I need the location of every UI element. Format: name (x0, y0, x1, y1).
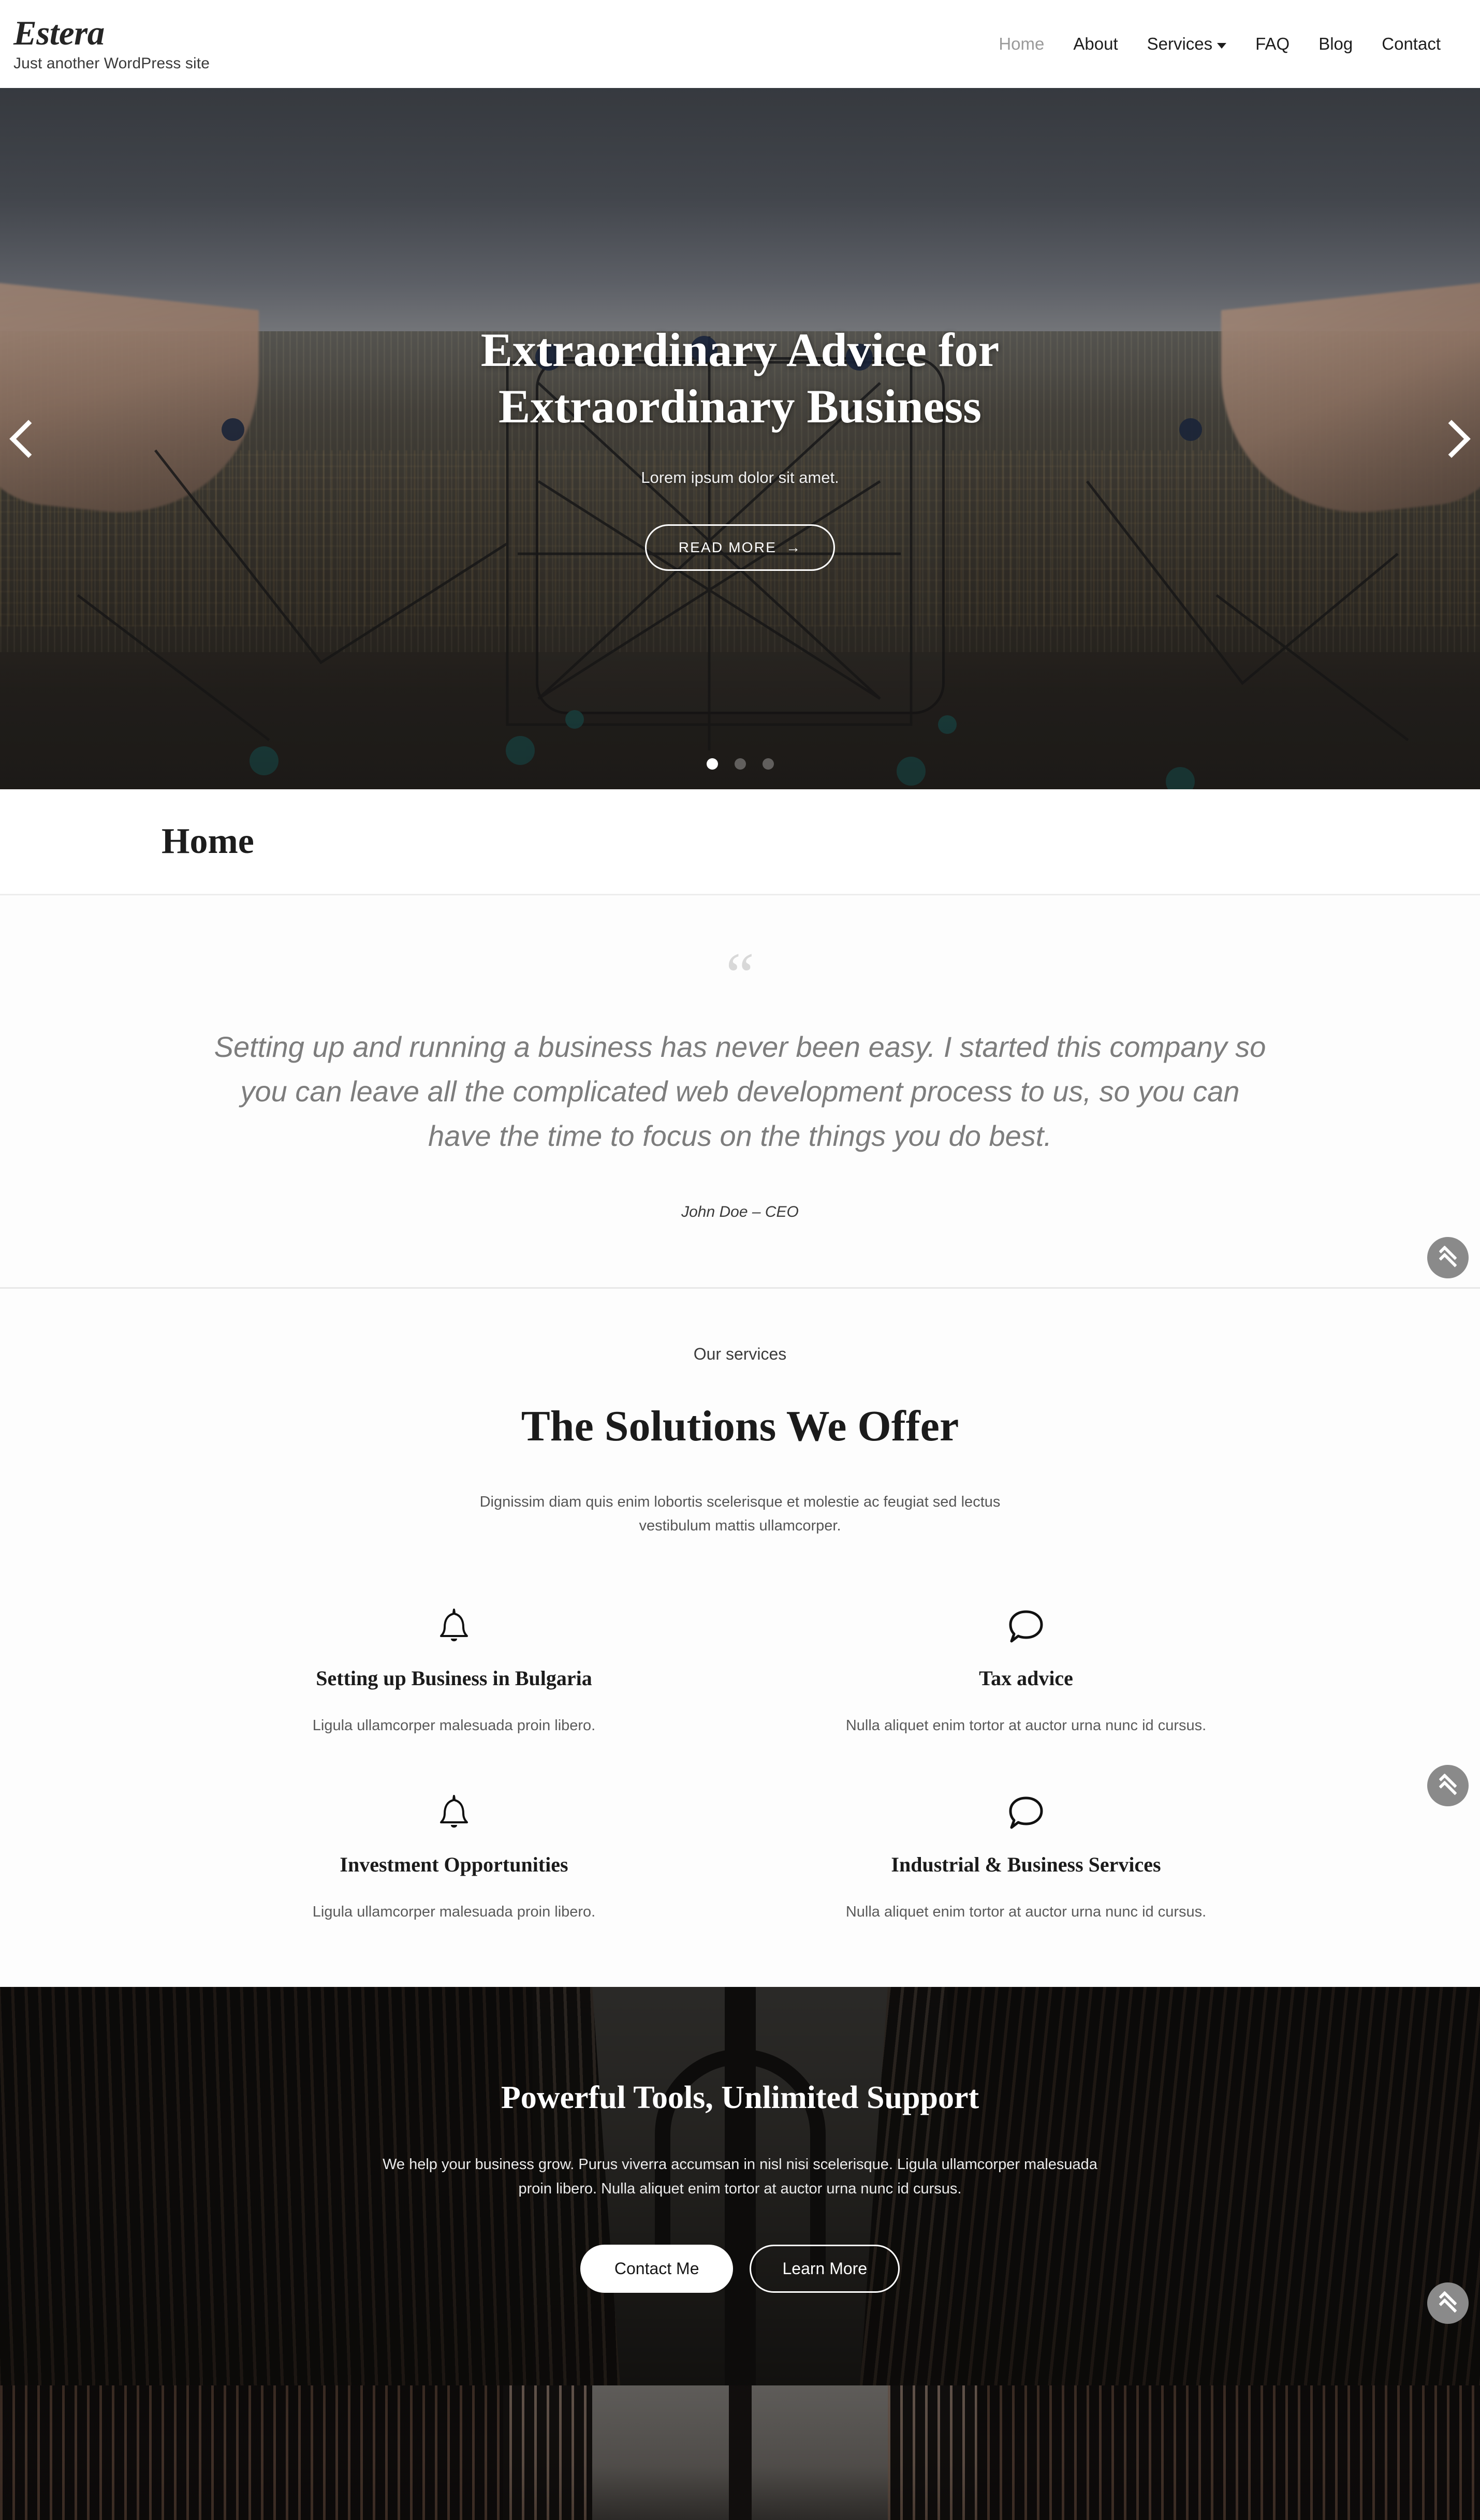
main-navigation: Home About Services FAQ Blog Contact (984, 34, 1467, 54)
double-chevron-up-icon (1439, 1245, 1457, 1271)
scroll-to-top-button[interactable] (1427, 2282, 1469, 2324)
nav-label-faq: FAQ (1255, 34, 1290, 53)
cta-content: Powerful Tools, Unlimited Support We hel… (0, 1987, 1480, 2385)
site-title: Estera (13, 13, 105, 52)
nav-item-faq[interactable]: FAQ (1241, 34, 1304, 54)
bottom-photo-strip (0, 2385, 1480, 2520)
nav-label-about: About (1073, 34, 1118, 53)
services-eyebrow: Our services (693, 1345, 787, 1364)
site-tagline: Just another WordPress site (13, 54, 210, 72)
site-header: Estera Just another WordPress site Home … (0, 0, 1480, 88)
cta-text: We help your business grow. Purus viverr… (383, 2156, 1097, 2197)
hero-prev-button[interactable] (0, 403, 57, 475)
page-root: Estera Just another WordPress site Home … (0, 0, 1480, 2520)
service-card[interactable]: Investment Opportunities Ligula ullamcor… (168, 1782, 740, 1921)
services-section: Our services The Solutions We Offer Dign… (0, 1289, 1480, 1987)
scroll-to-top-button[interactable] (1427, 1237, 1469, 1278)
services-heading: The Solutions We Offer (521, 1402, 959, 1451)
double-chevron-up-icon (1439, 2291, 1457, 2317)
nav-label-contact: Contact (1382, 34, 1441, 53)
chevron-down-icon (1217, 42, 1227, 49)
service-title: Setting up Business in Bulgaria (316, 1666, 592, 1690)
bottom-pillar-shape (728, 2385, 752, 2520)
service-description: Ligula ullamcorper malesuada proin liber… (312, 1717, 596, 1734)
chevron-right-icon (1432, 419, 1471, 458)
arrow-right-icon: → (786, 539, 802, 556)
cta-title: Powerful Tools, Unlimited Support (501, 2080, 979, 2115)
page-title: Home (162, 821, 254, 861)
nav-label-blog: Blog (1318, 34, 1353, 53)
brand[interactable]: Estera Just another WordPress site (13, 16, 210, 72)
bell-icon (437, 1782, 471, 1844)
quote-mark-icon: “ (725, 940, 755, 1011)
cta-button-group: Contact Me Learn More (580, 2244, 900, 2293)
nav-item-blog[interactable]: Blog (1304, 34, 1367, 54)
services-intro: Dignissim diam quis enim lobortis sceler… (479, 1494, 1001, 1534)
hero-read-more-button[interactable]: READ MORE → (644, 524, 836, 571)
speech-bubble-icon (1007, 1596, 1045, 1658)
nav-label-home: Home (999, 34, 1045, 53)
service-description: Nulla aliquet enim tortor at auctor urna… (845, 1903, 1207, 1920)
service-description: Nulla aliquet enim tortor at auctor urna… (845, 1717, 1207, 1734)
double-chevron-up-icon (1439, 1773, 1457, 1799)
hero-slider-dots (706, 758, 774, 770)
cta-section: Powerful Tools, Unlimited Support We hel… (0, 1986, 1480, 2385)
slider-dot-3[interactable] (762, 758, 774, 770)
hero-next-button[interactable] (1423, 403, 1480, 475)
page-title-band: Home (0, 789, 1480, 895)
service-title: Investment Opportunities (340, 1852, 568, 1876)
learn-more-button[interactable]: Learn More (750, 2244, 900, 2293)
hero-subtitle: Lorem ipsum dolor sit amet. (641, 468, 839, 487)
testimonial-section: “ Setting up and running a business has … (0, 895, 1480, 1289)
nav-item-contact[interactable]: Contact (1367, 34, 1455, 54)
nav-item-home[interactable]: Home (984, 34, 1059, 54)
testimonial-author: John Doe – CEO (681, 1203, 799, 1221)
testimonial-quote: Setting up and running a business has ne… (214, 1030, 1266, 1152)
service-card[interactable]: Tax advice Nulla aliquet enim tortor at … (740, 1596, 1312, 1734)
hero-slider: Extraordinary Advice for Extraordinary B… (0, 88, 1480, 789)
service-title: Tax advice (979, 1666, 1073, 1690)
service-card[interactable]: Industrial & Business Services Nulla ali… (740, 1782, 1312, 1921)
service-title: Industrial & Business Services (891, 1852, 1161, 1876)
chevron-left-icon (9, 419, 48, 458)
nav-item-about[interactable]: About (1059, 34, 1132, 54)
services-grid: Setting up Business in Bulgaria Ligula u… (168, 1596, 1312, 1921)
bell-icon (437, 1596, 471, 1658)
nav-label-services: Services (1147, 34, 1213, 53)
hero-title: Extraordinary Advice for Extraordinary B… (480, 323, 1000, 433)
nav-item-services[interactable]: Services (1133, 34, 1241, 54)
service-description: Ligula ullamcorper malesuada proin liber… (312, 1903, 596, 1920)
slider-dot-2[interactable] (734, 758, 746, 770)
scroll-to-top-button[interactable] (1427, 1765, 1469, 1806)
speech-bubble-icon (1007, 1782, 1045, 1844)
contact-me-button[interactable]: Contact Me (580, 2244, 734, 2293)
bottom-right-structure (888, 2385, 1480, 2520)
bottom-left-structure (0, 2385, 592, 2520)
hero-read-more-label: READ MORE (678, 539, 777, 556)
slider-dot-1[interactable] (706, 758, 718, 770)
service-card[interactable]: Setting up Business in Bulgaria Ligula u… (168, 1596, 740, 1734)
hero-content: Extraordinary Advice for Extraordinary B… (0, 88, 1480, 789)
